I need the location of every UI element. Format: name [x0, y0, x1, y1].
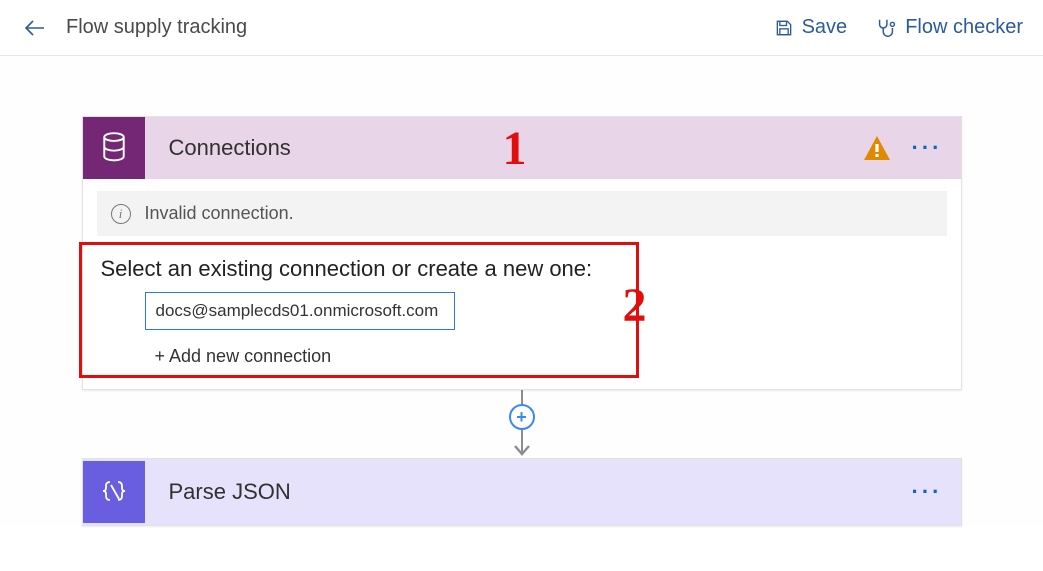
connections-card-title: Connections [145, 135, 291, 161]
save-icon [774, 18, 794, 38]
connection-prompt: Select an existing connection or create … [101, 256, 943, 282]
card-menu-button[interactable]: ··· [912, 479, 943, 505]
top-bar: Flow supply tracking Save Flow checker [0, 0, 1043, 56]
annotation-number-2: 2 [623, 278, 647, 333]
connections-card-header[interactable]: Connections ··· [83, 117, 961, 179]
step-connector: + [509, 390, 535, 458]
add-new-connection-button[interactable]: + Add new connection [155, 346, 943, 367]
connection-selector-area: Select an existing connection or create … [83, 248, 961, 389]
back-button[interactable] [20, 14, 48, 42]
braces-icon [83, 461, 145, 523]
designer-canvas: Connections ··· i Invalid connection. Se… [0, 56, 1043, 526]
warning-icon [862, 134, 892, 162]
database-icon [83, 117, 145, 179]
invalid-connection-banner: i Invalid connection. [97, 191, 947, 236]
save-button[interactable]: Save [774, 16, 848, 39]
add-step-button[interactable]: + [509, 404, 535, 430]
arrow-down-icon [513, 444, 531, 458]
banner-text: Invalid connection. [145, 203, 294, 224]
connection-input[interactable] [145, 292, 455, 330]
connections-card: Connections ··· i Invalid connection. Se… [82, 116, 962, 390]
parse-json-card: Parse JSON ··· [82, 458, 962, 526]
flow-checker-button[interactable]: Flow checker [875, 16, 1023, 39]
parse-json-card-header[interactable]: Parse JSON ··· [83, 459, 961, 525]
info-icon: i [111, 204, 131, 224]
flow-title: Flow supply tracking [66, 16, 247, 39]
parse-json-card-title: Parse JSON [145, 479, 291, 505]
arrow-left-icon [22, 16, 46, 40]
save-label: Save [802, 16, 848, 39]
flow-checker-label: Flow checker [905, 16, 1023, 39]
card-menu-button[interactable]: ··· [912, 135, 943, 161]
stethoscope-icon [875, 17, 897, 39]
